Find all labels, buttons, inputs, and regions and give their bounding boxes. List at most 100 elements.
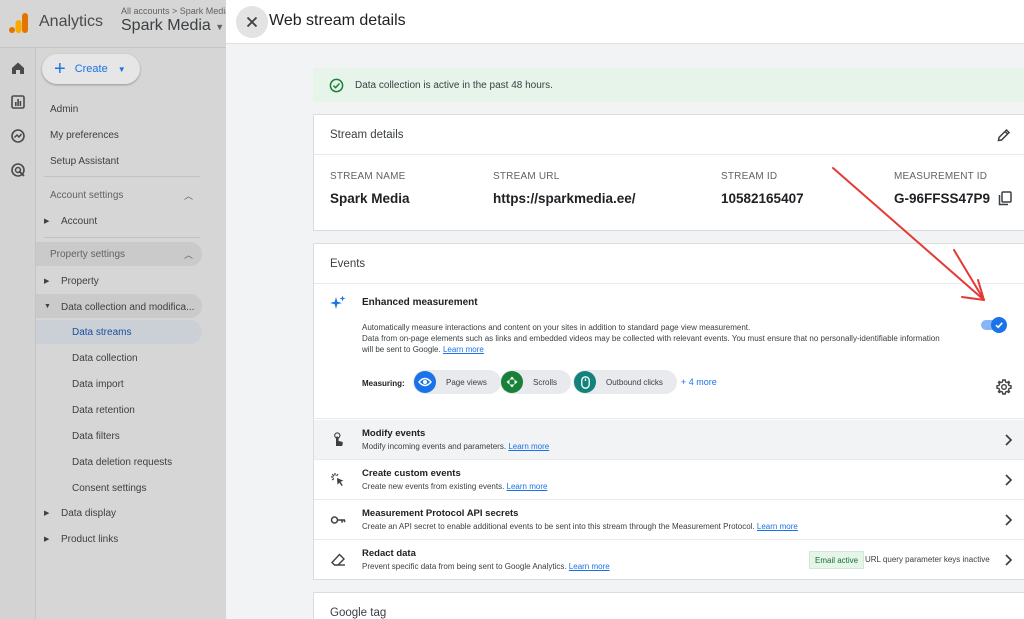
home-icon[interactable]	[10, 60, 26, 76]
account-selector[interactable]: Spark Media ▼	[121, 17, 224, 35]
chip-outbound-clicks[interactable]: Outbound clicks	[573, 370, 677, 394]
more-events-link[interactable]: + 4 more	[681, 377, 717, 387]
plus-icon: +	[54, 58, 66, 80]
status-badge-url-inactive: URL query parameter keys inactive	[865, 555, 990, 564]
learn-more-link[interactable]: Learn more	[507, 482, 548, 491]
measurement-protocol-title: Measurement Protocol API secrets	[362, 508, 519, 519]
expand-arrow-icon[interactable]: ▶	[44, 535, 49, 543]
status-banner: Data collection is active in the past 48…	[313, 68, 1024, 102]
events-card: Events Enhanced measurement Automaticall…	[313, 243, 1024, 580]
sidebar-item-data-filters[interactable]: Data filters	[72, 431, 120, 442]
events-title: Events	[330, 257, 366, 270]
stream-url-label: STREAM URL	[493, 171, 560, 182]
stream-details-card: Stream details STREAM NAME Spark Media S…	[313, 114, 1024, 231]
app-name: Analytics	[39, 13, 104, 30]
sidebar-item-data-import[interactable]: Data import	[72, 379, 124, 390]
key-icon	[330, 516, 346, 524]
sidebar-item-consent-settings[interactable]: Consent settings	[72, 483, 147, 494]
create-custom-events-title: Create custom events	[362, 468, 461, 479]
google-tag-header[interactable]: Google tag	[314, 593, 1024, 619]
enhanced-measurement-description: Automatically measure interactions and c…	[362, 322, 952, 355]
sidebar-divider	[44, 176, 200, 177]
sidebar-item-data-display[interactable]: Data display	[61, 508, 116, 519]
chevron-right-icon	[1005, 474, 1013, 486]
sidebar-item-data-deletion-requests[interactable]: Data deletion requests	[72, 457, 172, 468]
analytics-logo-icon	[9, 13, 28, 33]
sidebar-divider	[44, 237, 200, 238]
collapse-arrow-icon[interactable]: ▼	[44, 303, 51, 310]
close-button[interactable]	[236, 6, 268, 38]
chip-scrolls[interactable]: Scrolls	[500, 370, 572, 394]
sidebar-item-data-streams[interactable]: Data streams	[72, 327, 131, 338]
stream-id-label: STREAM ID	[721, 171, 778, 182]
chevron-up-icon[interactable]: ︿	[184, 189, 193, 202]
learn-more-link[interactable]: Learn more	[569, 562, 610, 571]
create-custom-events-row[interactable]: Create custom events Create new events f…	[314, 460, 1024, 500]
gear-icon[interactable]	[996, 379, 1012, 395]
redact-data-row[interactable]: Redact data Prevent specific data from b…	[314, 540, 1024, 580]
property-settings-header[interactable]: Property settings	[50, 249, 125, 260]
account-settings-header[interactable]: Account settings	[50, 190, 123, 201]
sparkle-click-icon	[331, 473, 344, 486]
stream-id-value: 10582165407	[721, 191, 804, 206]
explore-icon[interactable]	[10, 128, 26, 144]
enhanced-measurement-title: Enhanced measurement	[362, 297, 478, 308]
expand-arrow-icon[interactable]: ▶	[44, 217, 49, 225]
chevron-right-icon	[1005, 434, 1013, 446]
modify-events-desc: Modify incoming events and parameters. L…	[362, 442, 549, 451]
expand-arrow-icon[interactable]: ▶	[44, 277, 49, 285]
measuring-label: Measuring:	[362, 379, 405, 388]
breadcrumb[interactable]: All accounts > Spark Media	[121, 6, 230, 16]
stream-details-title: Stream details	[330, 128, 404, 141]
google-tag-title: Google tag	[330, 607, 387, 619]
redact-data-title: Redact data	[362, 548, 416, 559]
redact-data-desc: Prevent specific data from being sent to…	[362, 562, 610, 571]
sidebar-item-setup-assistant[interactable]: Setup Assistant	[50, 156, 119, 167]
measurement-id-row: G-96FFSS47P9	[894, 191, 1012, 206]
stream-name-field: STREAM NAME Spark Media	[330, 171, 410, 206]
create-button-label: Create	[74, 63, 108, 75]
chip-page-views[interactable]: Page views	[413, 370, 501, 394]
web-stream-details-panel: Web stream details Data collection is ac…	[226, 0, 1024, 619]
measurement-protocol-row[interactable]: Measurement Protocol API secrets Create …	[314, 500, 1024, 540]
measurement-id-field: MEASUREMENT ID G-96FFSS47P9	[894, 171, 1012, 206]
reports-icon[interactable]	[10, 94, 26, 110]
edit-pencil-icon[interactable]	[996, 127, 1012, 143]
caret-down-icon: ▼	[215, 22, 225, 32]
enhanced-measurement-desc-1: Automatically measure interactions and c…	[362, 323, 751, 332]
check-circle-icon	[329, 78, 344, 92]
enhanced-measurement-toggle[interactable]	[981, 317, 1007, 333]
measurement-protocol-desc: Create an API secret to enable additiona…	[362, 522, 798, 531]
sidebar-item-account[interactable]: Account	[61, 216, 97, 227]
stream-url-field: STREAM URL https://sparkmedia.ee/	[493, 171, 636, 206]
app-header: Analytics All accounts > Spark Media Spa…	[0, 0, 230, 48]
chip-label: Scrolls	[533, 377, 558, 387]
row-desc-text: Modify incoming events and parameters.	[362, 442, 507, 451]
enhanced-measurement-section: Enhanced measurement Automatically measu…	[314, 284, 1024, 419]
stream-name-value: Spark Media	[330, 191, 410, 206]
copy-icon[interactable]	[998, 191, 1012, 206]
touch-icon	[334, 432, 343, 446]
expand-arrow-icon[interactable]: ▶	[44, 509, 49, 517]
row-desc-text: Create an API secret to enable additiona…	[362, 522, 755, 531]
sidebar-item-data-collection[interactable]: Data collection	[72, 353, 138, 364]
row-desc-text: Prevent specific data from being sent to…	[362, 562, 567, 571]
status-badge-email-active: Email active	[809, 551, 865, 569]
sidebar-item-my-preferences[interactable]: My preferences	[50, 130, 119, 141]
modify-events-title: Modify events	[362, 428, 426, 439]
chevron-up-icon[interactable]: ︿	[184, 248, 193, 261]
sidebar-item-data-collection-modification[interactable]: Data collection and modifica...	[61, 302, 194, 313]
create-button[interactable]: + Create ▼	[42, 54, 140, 84]
learn-more-link[interactable]: Learn more	[757, 522, 798, 531]
learn-more-link[interactable]: Learn more	[443, 345, 484, 354]
sidebar-item-admin[interactable]: Admin	[50, 104, 78, 115]
advertising-icon[interactable]	[10, 162, 26, 178]
modify-events-row[interactable]: Modify events Modify incoming events and…	[314, 420, 1024, 460]
nav-rail	[0, 48, 36, 619]
panel-header: Web stream details	[226, 0, 1024, 44]
stream-id-field: STREAM ID 10582165407	[721, 171, 804, 206]
sidebar-item-data-retention[interactable]: Data retention	[72, 405, 135, 416]
sidebar-item-property[interactable]: Property	[61, 276, 99, 287]
sidebar-item-product-links[interactable]: Product links	[61, 534, 118, 545]
learn-more-link[interactable]: Learn more	[508, 442, 549, 451]
